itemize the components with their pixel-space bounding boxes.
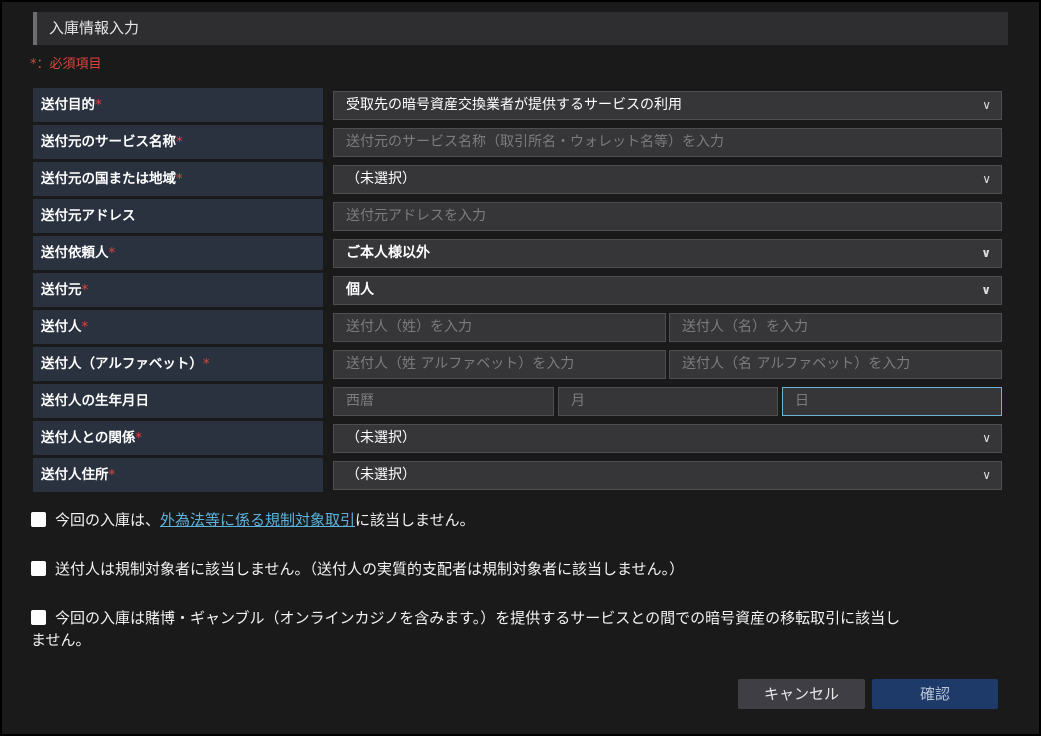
row-source-address: 送付元アドレス 送付元アドレスを入力 bbox=[33, 199, 1008, 233]
chevron-down-icon: ∨ bbox=[982, 431, 991, 445]
cancel-button[interactable]: キャンセル bbox=[738, 679, 865, 709]
required-mark: * bbox=[81, 319, 89, 335]
purpose-select[interactable]: 受取先の暗号資産交換業者が提供するサービスの利用 ∨ bbox=[333, 91, 1002, 120]
relationship-value: （未選択） bbox=[346, 430, 416, 446]
source-country-select[interactable]: （未選択） ∨ bbox=[333, 165, 1002, 194]
relationship-select[interactable]: （未選択） ∨ bbox=[333, 424, 1002, 453]
requester-value: ご本人様以外 bbox=[346, 245, 430, 261]
label-sender-name-alpha: 送付人（アルファベット）* bbox=[33, 347, 323, 381]
sender-type-value: 個人 bbox=[346, 282, 374, 298]
row-sender-address: 送付人住所* （未選択） ∨ bbox=[33, 458, 1008, 492]
row-birthdate: 送付人の生年月日 西暦 月 日 bbox=[33, 384, 1008, 418]
required-mark: * bbox=[176, 134, 183, 150]
sender-address-value: （未選択） bbox=[346, 467, 416, 483]
required-mark: * bbox=[95, 97, 102, 113]
label-relationship: 送付人との関係* bbox=[33, 421, 323, 455]
chevron-down-icon: ∨ bbox=[981, 283, 991, 297]
label-source-service: 送付元のサービス名称* bbox=[33, 125, 323, 159]
sender-address-select[interactable]: （未選択） ∨ bbox=[333, 461, 1002, 490]
source-address-input[interactable]: 送付元アドレスを入力 bbox=[333, 202, 1002, 231]
chevron-down-icon: ∨ bbox=[982, 468, 991, 482]
fx-regulation-link[interactable]: 外為法等に係る規制対象取引 bbox=[160, 511, 355, 529]
checkbox-unchecked-icon[interactable] bbox=[31, 561, 46, 576]
required-mark: * bbox=[81, 282, 89, 298]
birth-day-placeholder: 日 bbox=[795, 393, 809, 409]
source-address-placeholder: 送付元アドレスを入力 bbox=[346, 208, 486, 224]
source-country-value: （未選択） bbox=[346, 171, 416, 187]
chevron-down-icon: ∨ bbox=[981, 246, 991, 260]
check-text: 送付人は規制対象者に該当しません。（送付人の実質的支配者は規制対象者に該当しませ… bbox=[55, 560, 685, 578]
source-service-placeholder: 送付元のサービス名称（取引所名・ウォレット名等）を入力 bbox=[346, 134, 724, 150]
required-mark: * bbox=[176, 171, 183, 187]
birth-month-input[interactable]: 月 bbox=[558, 387, 778, 416]
row-sender-type: 送付元* 個人 ∨ bbox=[33, 273, 1008, 307]
row-requester: 送付依頼人* ご本人様以外 ∨ bbox=[33, 236, 1008, 270]
sender-first-name-input[interactable]: 送付人（名）を入力 bbox=[669, 313, 1002, 342]
label-birthdate: 送付人の生年月日 bbox=[33, 384, 323, 418]
check-text: 今回の入庫は、 bbox=[55, 511, 161, 529]
required-mark: * bbox=[135, 430, 143, 446]
birth-day-input[interactable]: 日 bbox=[782, 387, 1002, 416]
chevron-down-icon: ∨ bbox=[982, 172, 991, 186]
label-sender-address: 送付人住所* bbox=[33, 458, 323, 492]
check-text: に該当しません。 bbox=[355, 511, 475, 529]
sender-first-name-alpha-input[interactable]: 送付人（名 アルファベット）を入力 bbox=[669, 350, 1002, 379]
required-mark: * bbox=[108, 245, 116, 261]
requester-select[interactable]: ご本人様以外 ∨ bbox=[333, 239, 1002, 268]
sender-last-name-alpha-placeholder: 送付人（姓 アルファベット）を入力 bbox=[346, 356, 575, 372]
sender-last-name-alpha-input[interactable]: 送付人（姓 アルファベット）を入力 bbox=[333, 350, 666, 379]
required-mark: * bbox=[108, 467, 116, 483]
sender-first-name-placeholder: 送付人（名）を入力 bbox=[682, 319, 808, 335]
required-note: *：必須項目 bbox=[30, 57, 102, 72]
checkbox-unchecked-icon[interactable] bbox=[31, 610, 46, 625]
checkbox-unchecked-icon[interactable] bbox=[31, 512, 46, 527]
sender-type-select[interactable]: 個人 ∨ bbox=[333, 276, 1002, 305]
row-source-country: 送付元の国または地域* （未選択） ∨ bbox=[33, 162, 1008, 196]
section-title: 入庫情報入力 bbox=[33, 12, 1008, 45]
row-relationship: 送付人との関係* （未選択） ∨ bbox=[33, 421, 1008, 455]
sender-last-name-placeholder: 送付人（姓）を入力 bbox=[346, 319, 472, 335]
sender-last-name-input[interactable]: 送付人（姓）を入力 bbox=[333, 313, 666, 342]
check-row-fx-regulation: 今回の入庫は、外為法等に係る規制対象取引に該当しません。 bbox=[31, 509, 475, 531]
check-text: 今回の入庫は賭博・ギャンブル（オンラインカジノを含みます。）を提供するサービスと… bbox=[55, 609, 901, 627]
chevron-down-icon: ∨ bbox=[982, 98, 991, 112]
purpose-select-value: 受取先の暗号資産交換業者が提供するサービスの利用 bbox=[346, 97, 682, 113]
label-sender-type: 送付元* bbox=[33, 273, 323, 307]
confirm-button[interactable]: 確認 bbox=[872, 679, 998, 709]
label-requester: 送付依頼人* bbox=[33, 236, 323, 270]
row-purpose: 送付目的* 受取先の暗号資産交換業者が提供するサービスの利用 ∨ bbox=[33, 88, 1008, 122]
row-sender-name: 送付人* 送付人（姓）を入力 送付人（名）を入力 bbox=[33, 310, 1008, 344]
required-mark: * bbox=[202, 356, 210, 372]
label-purpose: 送付目的* bbox=[33, 88, 323, 122]
check-row-gambling: 今回の入庫は賭博・ギャンブル（オンラインカジノを含みます。）を提供するサービスと… bbox=[31, 607, 1016, 651]
birth-month-placeholder: 月 bbox=[571, 393, 585, 409]
birth-year-input[interactable]: 西暦 bbox=[333, 387, 554, 416]
sender-first-name-alpha-placeholder: 送付人（名 アルファベット）を入力 bbox=[682, 356, 911, 372]
label-source-country: 送付元の国または地域* bbox=[33, 162, 323, 196]
check-row-sender-not-regulated: 送付人は規制対象者に該当しません。（送付人の実質的支配者は規制対象者に該当しませ… bbox=[31, 558, 684, 580]
source-service-input[interactable]: 送付元のサービス名称（取引所名・ウォレット名等）を入力 bbox=[333, 128, 1002, 157]
label-source-address: 送付元アドレス bbox=[33, 199, 323, 233]
check-text-continued: ません。 bbox=[31, 631, 91, 649]
row-sender-name-alpha: 送付人（アルファベット）* 送付人（姓 アルファベット）を入力 送付人（名 アル… bbox=[33, 347, 1008, 381]
row-source-service: 送付元のサービス名称* 送付元のサービス名称（取引所名・ウォレット名等）を入力 bbox=[33, 125, 1008, 159]
birth-year-placeholder: 西暦 bbox=[346, 393, 374, 409]
label-sender-name: 送付人* bbox=[33, 310, 323, 344]
